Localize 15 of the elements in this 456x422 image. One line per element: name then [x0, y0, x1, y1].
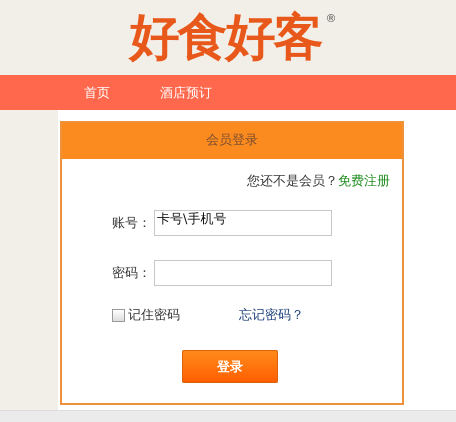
- panel-header: 会员登录: [62, 123, 402, 159]
- input-field[interactable]: [154, 260, 332, 286]
- input-field[interactable]: 卡号\手机号: [154, 210, 332, 236]
- checkbox[interactable]: [112, 308, 125, 322]
- login-button[interactable]: 登录: [182, 350, 278, 383]
- nav-link[interactable]: 酒店预订: [160, 84, 212, 102]
- register-link[interactable]: 免费注册: [338, 174, 390, 189]
- forgot-password-link[interactable]: 忘记密码？: [239, 306, 304, 324]
- register-prompt: 您还不是会员？: [247, 174, 338, 189]
- checkbox-label: 记住密码: [128, 307, 180, 324]
- field-label: 密码：: [112, 265, 152, 282]
- logo-text: 好食好客: [130, 8, 322, 66]
- registered-mark: ®: [326, 12, 336, 25]
- field-label: 账号：: [112, 215, 152, 232]
- nav-link[interactable]: 首页: [84, 84, 110, 102]
